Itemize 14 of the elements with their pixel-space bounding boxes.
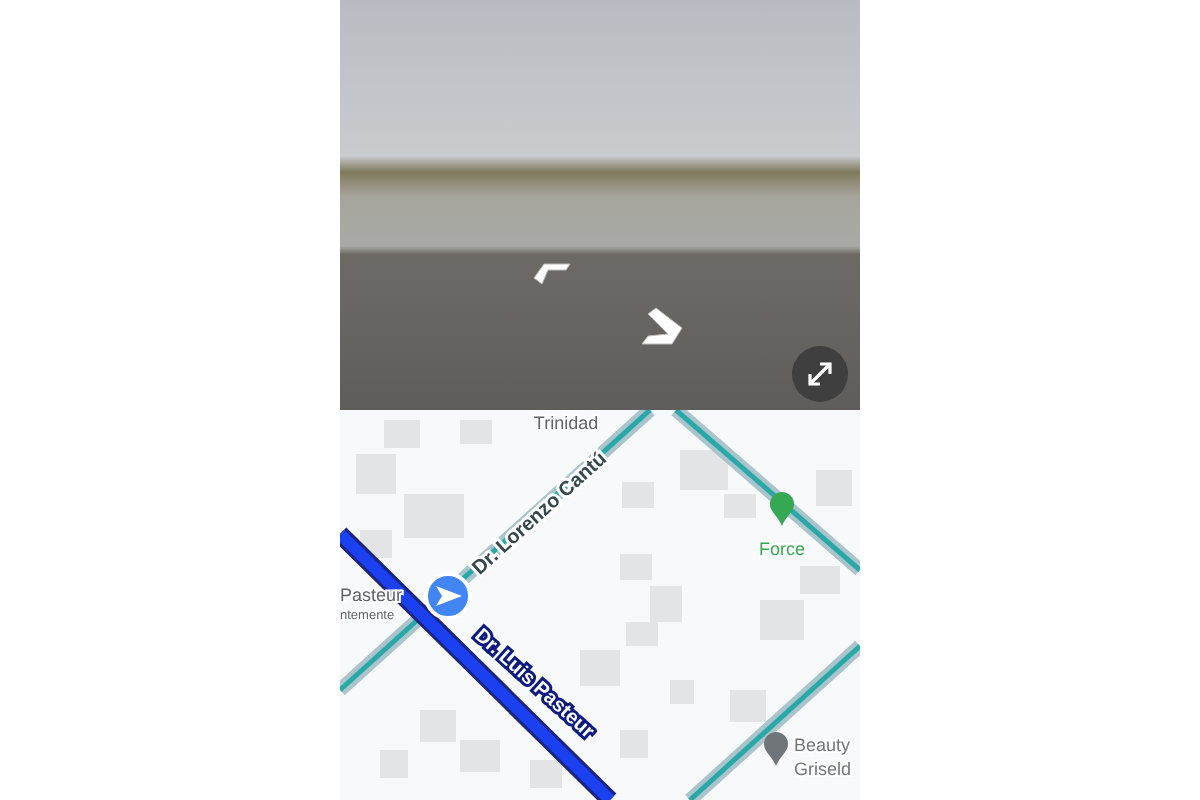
map-pin-icon[interactable] xyxy=(770,492,794,526)
building-shape xyxy=(724,494,756,518)
map-pin-icon[interactable] xyxy=(764,732,788,766)
place-label[interactable]: Force xyxy=(759,538,805,559)
building-shape xyxy=(530,760,562,788)
chevron-left-icon[interactable] xyxy=(532,262,572,286)
building-shape xyxy=(680,450,728,490)
place-label[interactable]: Beauty xyxy=(794,734,851,755)
chevron-right-icon[interactable] xyxy=(640,306,684,346)
building-shape xyxy=(800,566,840,594)
place-label[interactable]: Griseld xyxy=(794,758,852,779)
building-shape xyxy=(730,690,766,722)
area-label: Trinidad xyxy=(533,412,599,433)
expand-icon xyxy=(806,360,834,388)
